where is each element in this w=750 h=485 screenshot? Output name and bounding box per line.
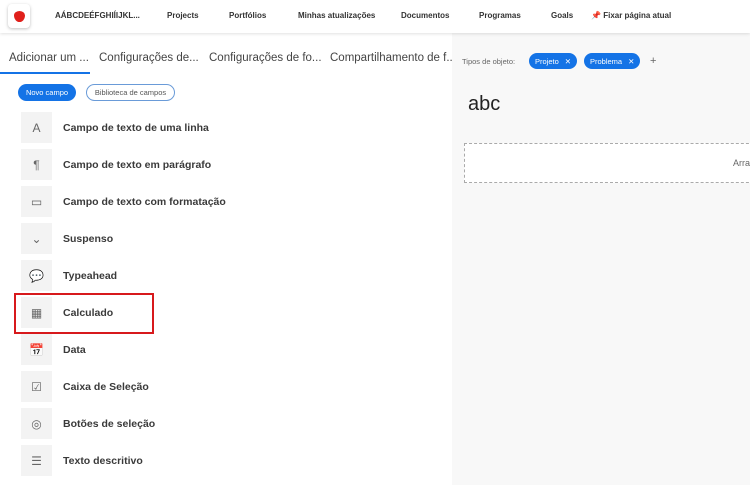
- radio-icon: ◎: [21, 408, 52, 439]
- chevron-down-icon: ⌄: [21, 223, 52, 254]
- field-type-typeahead[interactable]: 💬 Typeahead: [21, 260, 117, 291]
- chip-projeto[interactable]: Projeto ✕: [529, 53, 578, 69]
- active-tab-indicator: [0, 72, 90, 74]
- pin-page-button[interactable]: 📌 Fixar página atual: [591, 11, 671, 20]
- chip-label: Problema: [590, 56, 623, 66]
- paragraph-icon: ¶: [21, 149, 52, 180]
- nav-documents[interactable]: Documentos: [401, 11, 449, 20]
- letter-a-icon: A: [21, 112, 52, 143]
- field-type-label: Caixa de Seleção: [63, 380, 149, 393]
- field-library-button[interactable]: Biblioteca de campos: [86, 84, 175, 101]
- drop-zone[interactable]: Arra: [464, 143, 750, 183]
- new-field-button[interactable]: Novo campo: [18, 84, 76, 101]
- top-nav: AÁBCDEÉFGHIÍIJKL... Projects Portfólios …: [0, 0, 750, 33]
- nav-programs[interactable]: Programas: [479, 11, 521, 20]
- field-type-label: Texto descritivo: [63, 454, 143, 467]
- checkbox-icon: ☑: [21, 371, 52, 402]
- tab-form-sharing[interactable]: Compartilhamento de f...: [330, 52, 456, 64]
- tab-form-settings[interactable]: Configurações de fo...: [209, 52, 322, 64]
- field-type-label: Botões de seleção: [63, 417, 156, 430]
- close-icon[interactable]: ✕: [565, 57, 571, 66]
- pin-label: Fixar página atual: [603, 11, 672, 20]
- field-type-label: Campo de texto de uma linha: [63, 121, 209, 134]
- field-type-label: Typeahead: [63, 269, 118, 282]
- logo-icon: [13, 10, 25, 22]
- tab-settings[interactable]: Configurações de...: [99, 52, 199, 64]
- chat-bubble-icon: 💬: [21, 260, 52, 291]
- field-type-single-line-text[interactable]: A Campo de texto de uma linha: [21, 112, 209, 143]
- field-type-label: Campo de texto em parágrafo: [63, 158, 212, 171]
- close-icon[interactable]: ✕: [628, 57, 634, 66]
- field-type-descriptive-text[interactable]: ☰ Texto descritivo: [21, 445, 143, 476]
- field-type-paragraph-text[interactable]: ¶ Campo de texto em parágrafo: [21, 149, 211, 180]
- field-type-dropdown[interactable]: ⌄ Suspenso: [21, 223, 113, 254]
- nav-goals[interactable]: Goals: [551, 11, 573, 20]
- add-object-type-button[interactable]: +: [650, 55, 656, 67]
- field-type-checkbox[interactable]: ☑ Caixa de Seleção: [21, 371, 149, 402]
- app-logo[interactable]: [8, 4, 30, 28]
- nav-portfolios[interactable]: Portfólios: [229, 11, 266, 20]
- object-types-label: Tipos de objeto:: [462, 57, 516, 66]
- field-type-label: Data: [63, 343, 86, 356]
- calendar-icon: 📅: [21, 334, 52, 365]
- nav-projects[interactable]: Projects: [167, 11, 199, 20]
- field-type-date[interactable]: 📅 Data: [21, 334, 86, 365]
- text-box-icon: ▭: [21, 186, 52, 217]
- field-type-radio-buttons[interactable]: ◎ Botões de seleção: [21, 408, 155, 439]
- chip-problema[interactable]: Problema ✕: [584, 53, 641, 69]
- descriptive-text-icon: ☰: [21, 445, 52, 476]
- nav-my-updates[interactable]: Minhas atualizações: [298, 11, 375, 20]
- pin-icon: 📌: [591, 11, 601, 20]
- nav-app-name[interactable]: AÁBCDEÉFGHIÍIJKL...: [55, 11, 140, 20]
- field-type-label: Suspenso: [63, 232, 114, 245]
- field-type-formatted-text[interactable]: ▭ Campo de texto com formatação: [21, 186, 226, 217]
- drop-text: Arra: [733, 158, 750, 168]
- highlight-box: [14, 293, 154, 334]
- field-type-label: Campo de texto com formatação: [63, 195, 226, 208]
- form-title[interactable]: abc: [468, 93, 500, 116]
- chip-label: Projeto: [535, 56, 559, 66]
- tab-add-field[interactable]: Adicionar um ...: [9, 52, 89, 64]
